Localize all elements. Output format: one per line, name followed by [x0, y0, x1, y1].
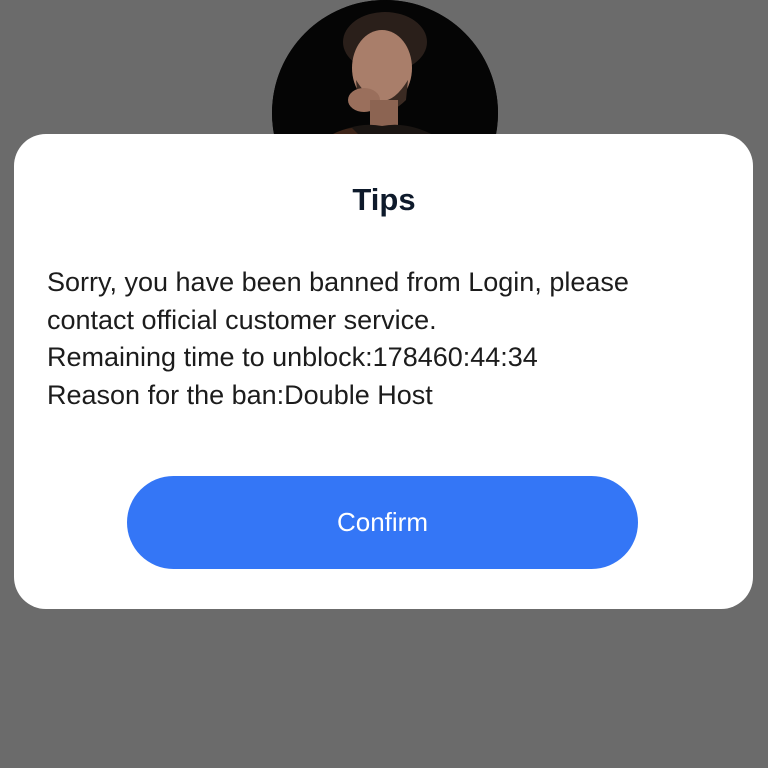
dialog-title: Tips [352, 182, 416, 217]
screen-overlay: Tips Sorry, you have been banned from Lo… [0, 0, 768, 768]
confirm-button[interactable]: Confirm [127, 476, 638, 569]
dialog-message: Sorry, you have been banned from Login, … [47, 267, 629, 410]
